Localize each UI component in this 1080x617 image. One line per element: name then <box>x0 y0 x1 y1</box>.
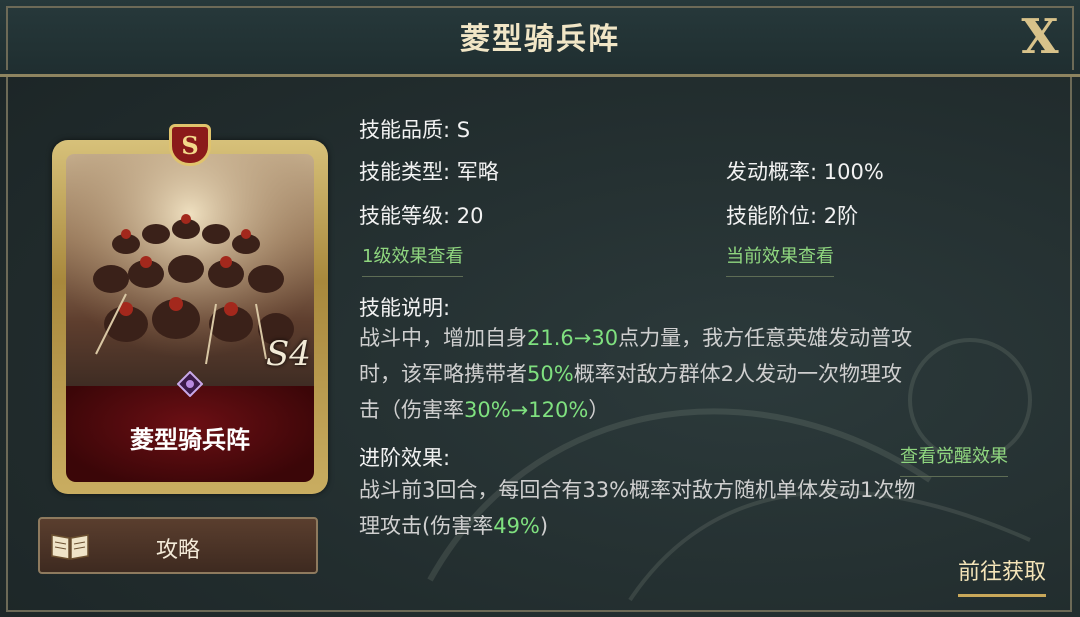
guide-button-label: 攻略 <box>155 538 200 563</box>
description-line: 时，该军略携带者50%概率对敌方群体2人发动一次物理攻 <box>359 356 1039 392</box>
description-text: 概率对敌方群体2人发动一次物理攻 <box>573 362 903 386</box>
level1-effect-link[interactable]: 1级效果查看 <box>362 242 464 277</box>
dialog-header: 菱型骑兵阵 X <box>0 0 1080 77</box>
guide-button[interactable]: 攻略 <box>38 517 318 574</box>
skill-quality: 技能品质: S <box>359 118 471 142</box>
close-button[interactable]: X <box>1012 9 1068 65</box>
description-text: 时，该军略携带者 <box>359 362 527 386</box>
quality-s-badge: S <box>169 124 211 166</box>
description-line: 战斗中，增加自身21.6→30点力量，我方任意英雄发动普攻 <box>359 320 1039 356</box>
advance-line: 战斗前3回合，每回合有33%概率对敌方随机单体发动1次物 <box>359 478 916 502</box>
advance-text: 理攻击(伤害率 <box>359 514 494 538</box>
advance-description: 战斗前3回合，每回合有33%概率对敌方随机单体发动1次物 理攻击(伤害率49%) <box>359 472 1059 544</box>
card-level-mark: S4 <box>266 334 311 374</box>
description-title: 技能说明: <box>359 296 451 320</box>
description-highlight: 21.6→30 <box>527 326 619 350</box>
advance-highlight: 49% <box>493 514 540 538</box>
close-icon: X <box>1021 9 1059 65</box>
skill-rank: 技能阶位: 2阶 <box>726 204 859 228</box>
advance-title: 进阶效果: <box>359 446 451 470</box>
skill-description: 战斗中，增加自身21.6→30点力量，我方任意英雄发动普攻 时，该军略携带者50… <box>359 320 1039 428</box>
skill-type: 技能类型: 军略 <box>359 160 499 184</box>
advance-line: 理攻击(伤害率49%) <box>359 508 1059 544</box>
skill-card: 菱型骑兵阵 S S4 <box>52 124 328 494</box>
advance-text: ) <box>539 514 549 538</box>
card-skill-name: 菱型骑兵阵 <box>130 426 250 454</box>
skill-level: 技能等级: 20 <box>359 204 484 228</box>
description-highlight: 50% <box>527 362 574 386</box>
gem-icon <box>177 371 203 397</box>
skill-trigger-rate: 发动概率: 100% <box>726 160 884 184</box>
description-line: 击（伤害率30%→120%） <box>359 392 1039 428</box>
description-text: 战斗中，增加自身 <box>359 326 527 350</box>
description-text: 击（伤害率 <box>359 398 464 422</box>
goto-acquire-button[interactable]: 前往获取 <box>958 554 1047 597</box>
dialog-title: 菱型骑兵阵 <box>460 22 620 57</box>
description-text: ） <box>588 398 610 422</box>
description-highlight: 30%→120% <box>464 398 589 422</box>
description-text: 点力量，我方任意英雄发动普攻 <box>618 326 913 350</box>
current-effect-link[interactable]: 当前效果查看 <box>726 242 834 277</box>
